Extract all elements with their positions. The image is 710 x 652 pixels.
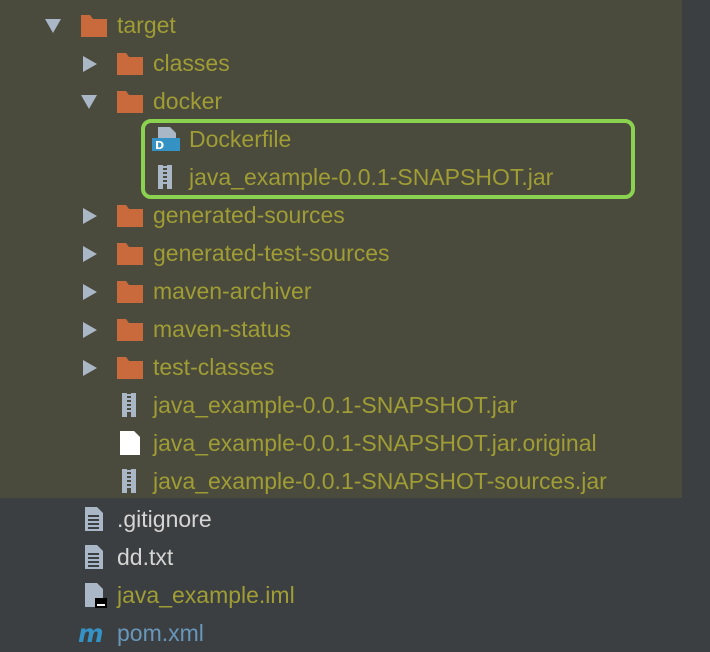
archive-icon <box>122 469 136 493</box>
tree-label-jar: java_example-0.0.1-SNAPSHOT.jar <box>153 392 518 418</box>
tree-label-gitignore: .gitignore <box>117 506 212 532</box>
tree-row-jar-original[interactable]: java_example-0.0.1-SNAPSHOT.jar.original <box>0 424 682 462</box>
tree-row-classes[interactable]: classes <box>0 44 682 82</box>
tree-row-dd-txt[interactable]: dd.txt <box>0 538 682 576</box>
tree-label-test-classes: test-classes <box>153 354 275 380</box>
tree-label-target: target <box>117 12 176 38</box>
collapse-arrow-icon[interactable] <box>81 95 97 109</box>
folder-icon <box>117 319 143 341</box>
tree-label-maven-archiver: maven-archiver <box>153 278 312 304</box>
scrollbar-track[interactable] <box>682 0 710 650</box>
tree-label-generated-sources: generated-sources <box>153 202 345 228</box>
tree-row-generated-sources[interactable]: generated-sources <box>0 196 682 234</box>
expand-arrow-icon[interactable] <box>83 208 97 224</box>
tree-row-jar[interactable]: java_example-0.0.1-SNAPSHOT.jar <box>0 386 682 424</box>
tree-label-pom: pom.xml <box>117 620 204 646</box>
archive-icon <box>122 393 136 417</box>
tree-label-sources-jar: java_example-0.0.1-SNAPSHOT-sources.jar <box>153 468 607 494</box>
folder-icon <box>81 15 107 37</box>
tree-row-generated-test-sources[interactable]: generated-test-sources <box>0 234 682 272</box>
tree-row-maven-archiver[interactable]: maven-archiver <box>0 272 682 310</box>
tree-label-dd-txt: dd.txt <box>117 544 174 570</box>
tree-label-maven-status: maven-status <box>153 316 292 342</box>
tree-row-pom[interactable]: m pom.xml <box>0 614 682 652</box>
tree-row-iml[interactable]: java_example.iml <box>0 576 682 614</box>
file-icon <box>120 431 140 455</box>
folder-icon <box>117 243 143 265</box>
tree-row-test-classes[interactable]: test-classes <box>0 348 682 386</box>
folder-icon <box>117 281 143 303</box>
expand-arrow-icon[interactable] <box>83 246 97 262</box>
project-tree: target classes docker D Dockerfile java_… <box>0 0 710 650</box>
tree-row-gitignore[interactable]: .gitignore <box>0 500 682 538</box>
tree-label-jar-original: java_example-0.0.1-SNAPSHOT.jar.original <box>153 430 597 456</box>
expand-arrow-icon[interactable] <box>83 284 97 300</box>
tree-row-sources-jar[interactable]: java_example-0.0.1-SNAPSHOT-sources.jar <box>0 462 682 500</box>
highlight-box <box>141 119 635 199</box>
tree-row-target[interactable]: target <box>0 6 682 44</box>
tree-label-generated-test-sources: generated-test-sources <box>153 240 390 266</box>
folder-icon <box>117 205 143 227</box>
folder-icon <box>117 91 143 113</box>
folder-icon <box>117 53 143 75</box>
text-file-icon <box>85 545 103 569</box>
text-file-icon <box>85 507 103 531</box>
expand-arrow-icon[interactable] <box>83 360 97 376</box>
tree-label-docker: docker <box>153 88 223 114</box>
tree-row-maven-status[interactable]: maven-status <box>0 310 682 348</box>
tree-row-docker[interactable]: docker <box>0 82 682 120</box>
module-file-icon <box>85 583 107 608</box>
expand-arrow-icon[interactable] <box>83 322 97 338</box>
maven-icon: m <box>78 620 104 646</box>
expand-arrow-icon[interactable] <box>83 56 97 72</box>
tree-label-classes: classes <box>153 50 230 76</box>
tree-label-iml: java_example.iml <box>117 582 295 608</box>
collapse-arrow-icon[interactable] <box>45 19 61 33</box>
folder-icon <box>117 357 143 379</box>
maven-icon-letter: m <box>78 620 104 646</box>
